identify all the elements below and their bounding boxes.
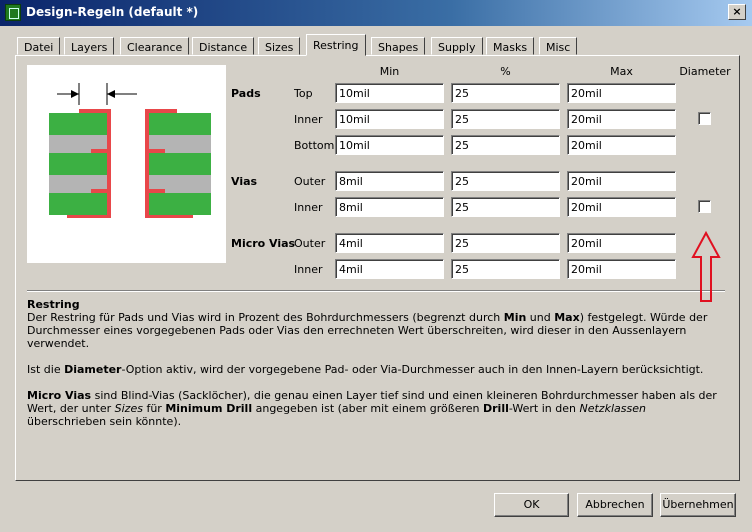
restring-diagram-graphic xyxy=(49,83,211,218)
help-text-run: Netzklassen xyxy=(579,402,646,415)
row-label-vias-outer: Outer xyxy=(294,175,326,188)
pads-inner-max-input[interactable] xyxy=(567,109,676,129)
restring-diagram xyxy=(27,65,226,263)
help-paragraph-micro-vias: Micro Vias sind Blind-Vias (Sacklöcher),… xyxy=(27,389,727,428)
close-button[interactable]: × xyxy=(728,4,746,20)
row-label-vias-inner: Inner xyxy=(294,201,323,214)
apply-button[interactable]: Übernehmen xyxy=(660,493,736,517)
tab-sizes[interactable]: Sizes xyxy=(258,37,301,55)
group-label-vias: Vias xyxy=(231,175,258,188)
title-bar: Design-Regeln (default *) × xyxy=(0,0,752,26)
column-header-diameter: Diameter xyxy=(679,65,731,78)
micro-vias-inner-min-input[interactable] xyxy=(335,259,444,279)
row-label-micro-vias-inner: Inner xyxy=(294,263,323,276)
help-heading: Restring xyxy=(27,298,80,311)
app-icon xyxy=(5,4,21,21)
help-text-run: Micro Vias xyxy=(27,389,92,402)
micro-vias-outer-min-input[interactable] xyxy=(335,233,444,253)
vias-inner-percent-input[interactable] xyxy=(451,197,560,217)
help-separator xyxy=(27,290,725,292)
column-header-max: Max xyxy=(610,65,633,78)
vias-inner-max-input[interactable] xyxy=(567,197,676,217)
group-label-micro-vias: Micro Vias xyxy=(231,237,296,250)
micro-vias-inner-max-input[interactable] xyxy=(567,259,676,279)
vias-outer-percent-input[interactable] xyxy=(451,171,560,191)
pads-top-percent-input[interactable] xyxy=(451,83,560,103)
row-label-pads-bottom: Bottom xyxy=(294,139,335,152)
ok-button[interactable]: OK xyxy=(494,493,569,517)
cancel-button[interactable]: Abbrechen xyxy=(577,493,653,517)
tab-restring[interactable]: Restring xyxy=(306,34,366,56)
help-paragraph-diameter: Ist die Diameter-Option aktiv, wird der … xyxy=(27,363,727,376)
micro-vias-inner-percent-input[interactable] xyxy=(451,259,560,279)
micro-vias-outer-max-input[interactable] xyxy=(567,233,676,253)
help-text: Restring Der Restring für Pads und Vias … xyxy=(27,298,727,441)
pads-top-min-input[interactable] xyxy=(335,83,444,103)
row-label-pads-inner: Inner xyxy=(294,113,323,126)
vias-outer-max-input[interactable] xyxy=(567,171,676,191)
vias-inner-min-input[interactable] xyxy=(335,197,444,217)
pads-top-max-input[interactable] xyxy=(567,83,676,103)
restring-annotation-arrows xyxy=(57,83,137,105)
column-header-percent: % xyxy=(500,65,511,78)
help-text-run: angegeben ist (aber mit einem größeren xyxy=(252,402,483,415)
vias-diameter-checkbox[interactable] xyxy=(698,200,711,213)
left-via-cross-section xyxy=(49,109,111,218)
help-text-run: -Wert in den xyxy=(508,402,580,415)
row-label-pads-top: Top xyxy=(294,87,313,100)
help-text-run: Drill xyxy=(483,402,509,415)
tab-clearance[interactable]: Clearance xyxy=(120,37,190,55)
window-title: Design-Regeln (default *) xyxy=(26,5,199,19)
pads-bottom-min-input[interactable] xyxy=(335,135,444,155)
help-text-run: -Option aktiv, wird der vorgegebene Pad-… xyxy=(121,363,704,376)
help-text-run: für xyxy=(142,402,166,415)
micro-vias-outer-percent-input[interactable] xyxy=(451,233,560,253)
help-text-run: Diameter xyxy=(64,363,122,376)
help-text-run: Min xyxy=(503,311,527,324)
red-up-arrow-icon xyxy=(691,230,721,302)
pads-bottom-percent-input[interactable] xyxy=(451,135,560,155)
tab-supply[interactable]: Supply xyxy=(431,37,483,55)
pads-inner-percent-input[interactable] xyxy=(451,109,560,129)
help-text-run: Ist die xyxy=(27,363,65,376)
pads-bottom-max-input[interactable] xyxy=(567,135,676,155)
vias-outer-min-input[interactable] xyxy=(335,171,444,191)
pads-inner-min-input[interactable] xyxy=(335,109,444,129)
tab-shapes[interactable]: Shapes xyxy=(371,37,426,55)
pads-diameter-checkbox[interactable] xyxy=(698,112,711,125)
group-label-pads: Pads xyxy=(231,87,261,100)
help-text-run: Sizes xyxy=(114,402,143,415)
right-via-cross-section xyxy=(145,109,211,218)
tab-masks[interactable]: Masks xyxy=(486,37,535,55)
help-text-run: Minimum Drill xyxy=(165,402,253,415)
tab-distance[interactable]: Distance xyxy=(192,37,255,55)
column-header-min: Min xyxy=(379,65,400,78)
help-paragraph-restring: Der Restring für Pads und Vias wird in P… xyxy=(27,311,727,350)
help-text-run: überschrieben sein könnte). xyxy=(27,415,182,428)
help-text-run: Der Restring für Pads und Vias wird in P… xyxy=(27,311,504,324)
tab-misc[interactable]: Misc xyxy=(539,37,578,55)
tab-datei[interactable]: Datei xyxy=(17,37,61,55)
help-text-run: und xyxy=(526,311,555,324)
row-label-micro-vias-outer: Outer xyxy=(294,237,326,250)
tab-layers[interactable]: Layers xyxy=(64,37,115,55)
help-text-run: Max xyxy=(554,311,580,324)
